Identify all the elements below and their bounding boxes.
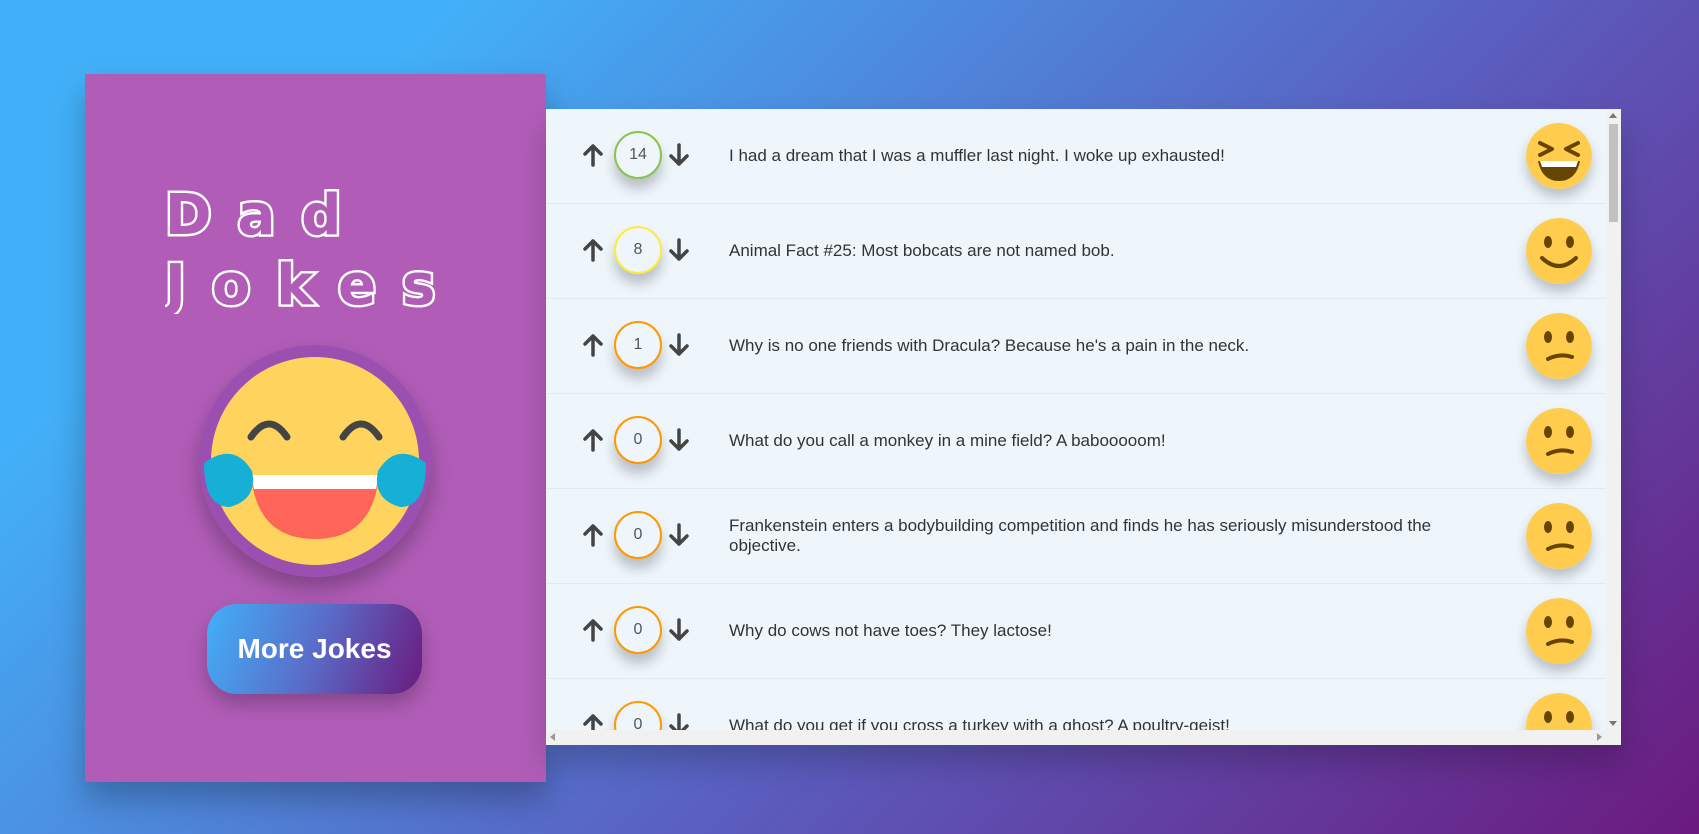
app-title: Dad Jokes	[159, 174, 505, 331]
vertical-scrollbar[interactable]	[1606, 109, 1621, 730]
joke-row: 14 I had a dream that I was a muffler las…	[546, 109, 1606, 204]
jokes-list: 14 I had a dream that I was a muffler las…	[546, 109, 1606, 745]
scroll-down-icon[interactable]	[1609, 721, 1617, 726]
vote-count: 8	[614, 226, 662, 274]
laughing-tears-emoji-icon	[199, 345, 431, 577]
joke-row: 0 Why do cows not have toes? They lactose…	[546, 584, 1606, 679]
joke-text: Animal Fact #25: Most bobcats are not na…	[729, 204, 1489, 298]
joke-text: I had a dream that I was a muffler last …	[729, 109, 1489, 203]
scroll-left-icon[interactable]	[550, 733, 555, 741]
upvote-arrow-icon[interactable]	[582, 238, 604, 262]
confused-face-icon	[1526, 598, 1592, 664]
scroll-right-icon[interactable]	[1597, 733, 1602, 741]
joke-text: Why do cows not have toes? They lactose!	[729, 584, 1489, 678]
confused-face-icon	[1526, 313, 1592, 379]
laughing-face-icon	[1526, 123, 1592, 189]
sidebar: Dad Jokes More Jokes	[85, 74, 546, 782]
joke-row: 8 Animal Fact #25: Most bobcats are not n…	[546, 204, 1606, 299]
confused-face-icon	[1526, 503, 1592, 569]
upvote-arrow-icon[interactable]	[582, 523, 604, 547]
joke-text: Why is no one friends with Dracula? Beca…	[729, 299, 1489, 393]
title-line-1: Dad	[165, 183, 367, 248]
vote-count: 0	[614, 511, 662, 559]
downvote-arrow-icon[interactable]	[668, 618, 690, 642]
joke-text-content: Frankenstein enters a bodybuilding compe…	[729, 516, 1432, 555]
upvote-arrow-icon[interactable]	[582, 333, 604, 357]
upvote-arrow-icon[interactable]	[582, 618, 604, 642]
joke-text: What do you call a monkey in a mine fiel…	[729, 394, 1489, 488]
downvote-arrow-icon[interactable]	[668, 333, 690, 357]
joke-row: 0 Frankenstein enters a bodybuilding comp…	[546, 489, 1606, 584]
joke-text-content: I had a dream that I was a muffler last …	[729, 146, 1225, 165]
downvote-arrow-icon[interactable]	[668, 238, 690, 262]
app-title-text: Dad Jokes	[159, 181, 461, 321]
confused-face-icon	[1526, 408, 1592, 474]
title-line-2: Jokes	[165, 253, 461, 314]
vote-count: 0	[614, 416, 662, 464]
joke-row: 1 Why is no one friends with Dracula? Bec…	[546, 299, 1606, 394]
joke-row: 0 What do you call a monkey in a mine fie…	[546, 394, 1606, 489]
smiling-face-icon	[1526, 218, 1592, 284]
joke-text-content: Why do cows not have toes? They lactose!	[729, 621, 1052, 640]
joke-text-content: Animal Fact #25: Most bobcats are not na…	[729, 241, 1115, 260]
joke-text: Frankenstein enters a bodybuilding compe…	[729, 489, 1489, 583]
vote-count: 14	[614, 131, 662, 179]
horizontal-scrollbar[interactable]	[546, 730, 1621, 745]
scrollbar-thumb[interactable]	[1609, 124, 1618, 222]
joke-text-content: What do you call a monkey in a mine fiel…	[729, 431, 1166, 450]
scroll-up-icon[interactable]	[1609, 113, 1617, 118]
more-jokes-button[interactable]: More Jokes	[207, 604, 422, 694]
downvote-arrow-icon[interactable]	[668, 428, 690, 452]
vote-count: 0	[614, 606, 662, 654]
downvote-arrow-icon[interactable]	[668, 143, 690, 167]
downvote-arrow-icon[interactable]	[668, 523, 690, 547]
joke-text-content: Why is no one friends with Dracula? Beca…	[729, 336, 1250, 355]
upvote-arrow-icon[interactable]	[582, 143, 604, 167]
upvote-arrow-icon[interactable]	[582, 428, 604, 452]
vote-count: 1	[614, 321, 662, 369]
jokes-panel: 14 I had a dream that I was a muffler las…	[546, 109, 1621, 745]
